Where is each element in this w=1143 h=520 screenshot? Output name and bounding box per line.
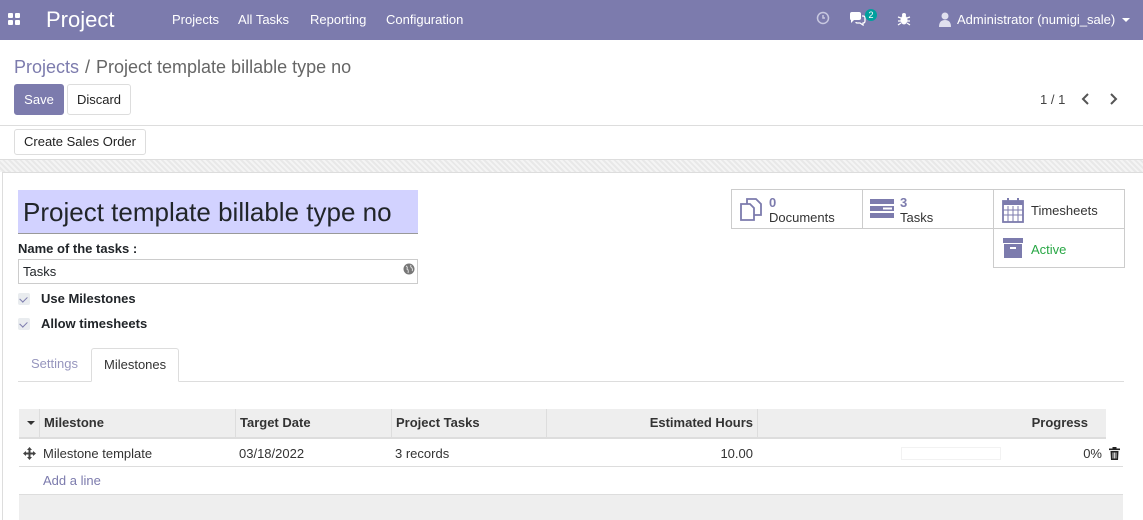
top-navbar: Project Projects All Tasks Reporting Con… [0,0,1143,40]
documents-count: 0 [769,195,777,210]
messages-count-badge: 2 [865,9,877,21]
tasks-icon [870,199,894,218]
app-title: Project [46,7,115,32]
column-handle-header[interactable] [19,409,40,437]
documents-smart-button[interactable]: 0 Documents [731,189,863,229]
column-progress[interactable]: Progress [758,409,1106,437]
tasks-count: 3 [900,195,908,210]
bug-icon[interactable] [897,12,911,26]
allow-timesheets-label: Allow timesheets [41,316,148,331]
timesheets-smart-button[interactable]: Timesheets [993,189,1125,229]
breadcrumb-projects[interactable]: Projects [14,57,79,78]
user-avatar-icon[interactable] [938,11,952,27]
milestone-name-cell[interactable]: Milestone template [43,440,152,467]
chat-icon[interactable] [849,11,866,26]
tab-divider [18,381,1124,382]
chevron-right-icon[interactable] [1105,90,1121,108]
add-line-link[interactable]: Add a line [43,473,101,488]
calendar-icon [1002,198,1024,223]
sheet-background [0,160,1143,172]
tasks-label: Tasks [900,210,934,225]
control-panel: Projects / Project template billable typ… [0,40,1143,126]
project-tasks-cell[interactable]: 3 records [395,440,449,467]
use-milestones-checkbox[interactable] [18,293,30,305]
active-label: Active [1031,242,1067,257]
milestones-table-header: Milestone Target Date Project Tasks Esti… [19,409,1106,439]
clock-icon[interactable] [816,10,830,26]
table-footer [19,494,1123,520]
column-milestone[interactable]: Milestone [40,409,236,437]
table-row[interactable]: Milestone template 03/18/2022 3 records … [19,440,1123,467]
project-name-input[interactable]: Project template billable type no [18,190,418,234]
target-date-cell[interactable]: 03/18/2022 [239,440,304,467]
globe-icon[interactable] [403,263,415,275]
save-button[interactable]: Save [14,84,64,115]
progress-percent-cell: 0% [1083,446,1102,461]
menu-configuration[interactable]: Configuration [386,12,463,27]
progress-bar [901,447,1001,460]
archive-icon [1003,238,1023,258]
documents-icon [740,198,762,221]
timesheets-label: Timesheets [1031,203,1098,218]
menu-all-tasks[interactable]: All Tasks [238,12,289,27]
statusbar: Create Sales Order [0,126,1143,160]
menu-projects[interactable]: Projects [172,12,219,27]
use-milestones-label: Use Milestones [41,291,136,306]
column-estimated-hours[interactable]: Estimated Hours [547,409,758,437]
create-sales-order-button[interactable]: Create Sales Order [14,129,146,155]
discard-button[interactable]: Discard [67,84,131,115]
trash-icon[interactable] [1109,447,1120,460]
estimated-hours-cell[interactable]: 10.00 [547,440,753,467]
breadcrumb-current: Project template billable type no [96,57,352,77]
pager-value[interactable]: 1 / 1 [1040,92,1065,107]
chevron-down-icon [1122,18,1130,22]
documents-label: Documents [769,210,835,225]
tasks-smart-button[interactable]: 3 Tasks [862,189,994,229]
active-toggle-button[interactable]: Active [993,228,1125,268]
drag-handle-icon[interactable] [23,447,36,460]
tasks-name-input[interactable]: Tasks [18,259,418,284]
tasks-name-label: Name of the tasks : [18,241,138,256]
user-menu[interactable]: Administrator (numigi_sale) [957,12,1115,27]
tab-milestones[interactable]: Milestones [91,348,180,382]
tab-settings[interactable]: Settings [19,348,90,382]
column-project-tasks[interactable]: Project Tasks [392,409,547,437]
apps-grid-icon[interactable] [8,13,20,25]
column-target-date[interactable]: Target Date [236,409,392,437]
menu-reporting[interactable]: Reporting [310,12,366,27]
breadcrumb-separator: / [85,57,91,77]
allow-timesheets-checkbox[interactable] [18,318,30,330]
chevron-left-icon[interactable] [1078,90,1094,108]
